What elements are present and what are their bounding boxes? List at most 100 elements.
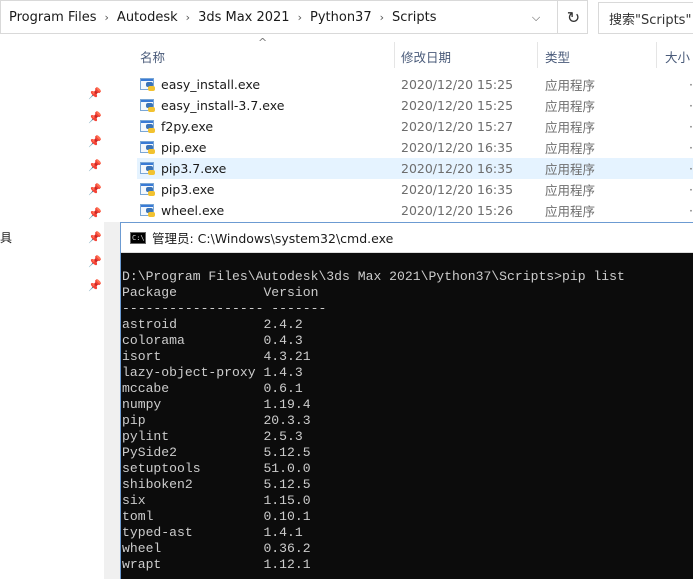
package-name: colorama	[122, 333, 185, 348]
console-line: PySide2 5.12.5	[122, 445, 693, 461]
console-line: ------------------ -------	[122, 301, 693, 317]
file-date: 2020/12/20 16:35	[401, 161, 514, 176]
column-divider[interactable]	[394, 42, 395, 68]
pin-icon[interactable]: 📌	[88, 231, 102, 244]
file-date: 2020/12/20 16:35	[401, 182, 514, 197]
file-size: ·	[689, 203, 693, 218]
column-gap	[193, 525, 264, 540]
column-gap	[146, 493, 264, 508]
package-version: 1.4.3	[263, 365, 303, 380]
breadcrumb-item[interactable]: Autodesk	[113, 10, 182, 25]
table-separator: ------------------	[122, 301, 264, 316]
column-header-type[interactable]: 类型	[545, 45, 570, 67]
breadcrumb: Program Files › Autodesk › 3ds Max 2021 …	[1, 1, 441, 33]
package-name: wheel	[122, 541, 162, 556]
console-line: setuptools 51.0.0	[122, 461, 693, 477]
chevron-right-icon[interactable]: ›	[294, 11, 306, 24]
file-type: 应用程序	[545, 99, 596, 114]
table-separator: -------	[271, 301, 327, 316]
column-header-size[interactable]: 大小	[665, 45, 690, 67]
package-version: 4.3.21	[263, 349, 311, 364]
column-gap	[146, 413, 264, 428]
file-name: pip3.7.exe	[161, 161, 227, 176]
file-size: ·	[689, 182, 693, 197]
column-divider[interactable]	[656, 42, 657, 68]
breadcrumb-item[interactable]: Scripts	[388, 10, 440, 25]
column-header-date[interactable]: 修改日期	[401, 45, 451, 67]
nav-item-label[interactable]: 具	[0, 229, 12, 246]
pin-icon[interactable]: 📌	[88, 111, 102, 124]
console-line: pylint 2.5.3	[122, 429, 693, 445]
file-size: ·	[689, 98, 693, 113]
chevron-down-icon[interactable]: ⌵	[523, 5, 549, 31]
file-row[interactable]: pip3.exe 2020/12/20 16:35 应用程序 ·	[137, 179, 693, 200]
file-row[interactable]: f2py.exe 2020/12/20 15:27 应用程序 ·	[137, 116, 693, 137]
package-version: 1.19.4	[263, 397, 311, 412]
package-name: wrapt	[122, 557, 162, 572]
pin-icon[interactable]: 📌	[88, 207, 102, 220]
package-version: 1.15.0	[263, 493, 311, 508]
package-version: 2.5.3	[263, 429, 303, 444]
python-exe-icon	[140, 119, 156, 135]
file-date: 2020/12/20 15:25	[401, 77, 514, 92]
file-row[interactable]: pip3.7.exe 2020/12/20 16:35 应用程序 ·	[137, 158, 693, 179]
package-version: 0.36.2	[263, 541, 311, 556]
package-version: 20.3.3	[263, 413, 311, 428]
console-output[interactable]: D:\Program Files\Autodesk\3ds Max 2021\P…	[121, 253, 693, 573]
file-name: f2py.exe	[161, 119, 214, 134]
console-line: colorama 0.4.3	[122, 333, 693, 349]
file-row[interactable]: pip.exe 2020/12/20 16:35 应用程序 ·	[137, 137, 693, 158]
cmd-title-bar[interactable]: C:\ 管理员: C:\Windows\system32\cmd.exe	[121, 223, 693, 253]
address-bar[interactable]: Program Files › Autodesk › 3ds Max 2021 …	[0, 0, 588, 34]
console-line: lazy-object-proxy 1.4.3	[122, 365, 693, 381]
file-row[interactable]: wheel.exe 2020/12/20 15:26 应用程序 ·	[137, 200, 693, 221]
pin-icon[interactable]: 📌	[88, 159, 102, 172]
file-type: 应用程序	[545, 141, 596, 156]
pin-icon[interactable]: 📌	[88, 279, 102, 292]
package-name: astroid	[122, 317, 178, 332]
file-type: 应用程序	[545, 183, 596, 198]
console-line: mccabe 0.6.1	[122, 381, 693, 397]
console-prompt: D:\Program Files\Autodesk\3ds Max 2021\P…	[122, 269, 625, 284]
package-name: pip	[122, 413, 146, 428]
column-divider[interactable]	[537, 42, 538, 68]
pin-icon[interactable]: 📌	[88, 255, 102, 268]
file-type: 应用程序	[545, 78, 596, 93]
python-exe-icon	[140, 203, 156, 219]
column-gap	[177, 445, 263, 460]
package-name: numpy	[122, 397, 162, 412]
search-input[interactable]: 搜索"Scripts"	[598, 2, 693, 34]
table-header: Version	[263, 285, 319, 300]
cmd-window[interactable]: C:\ 管理员: C:\Windows\system32\cmd.exe D:\…	[120, 222, 693, 579]
console-line: wrapt 1.12.1	[122, 557, 693, 573]
file-date: 2020/12/20 15:26	[401, 203, 514, 218]
scrollbar[interactable]	[104, 222, 121, 579]
breadcrumb-item[interactable]: Program Files	[5, 10, 101, 25]
chevron-right-icon[interactable]: ›	[101, 11, 113, 24]
package-version: 51.0.0	[263, 461, 311, 476]
refresh-icon[interactable]: ↻	[557, 1, 589, 34]
file-size: ·	[689, 161, 693, 176]
chevron-right-icon[interactable]: ›	[376, 11, 388, 24]
breadcrumb-item[interactable]: Python37	[306, 10, 376, 25]
file-row[interactable]: easy_install.exe 2020/12/20 15:25 应用程序 ·	[137, 74, 693, 95]
column-gap	[161, 541, 263, 556]
package-version: 0.10.1	[263, 509, 311, 524]
package-version: 0.6.1	[263, 381, 303, 396]
file-type: 应用程序	[545, 162, 596, 177]
column-header-name[interactable]: 名称	[140, 45, 165, 67]
file-size: ·	[689, 140, 693, 155]
file-row[interactable]: easy_install-3.7.exe 2020/12/20 15:25 应用程序…	[137, 95, 693, 116]
file-name: wheel.exe	[161, 203, 225, 218]
column-gap	[169, 429, 263, 444]
pin-icon[interactable]: 📌	[88, 87, 102, 100]
python-exe-icon	[140, 161, 156, 177]
chevron-right-icon[interactable]: ›	[182, 11, 194, 24]
package-version: 0.4.3	[263, 333, 303, 348]
breadcrumb-item[interactable]: 3ds Max 2021	[194, 10, 294, 25]
pin-icon[interactable]: 📌	[88, 183, 102, 196]
pin-icon[interactable]: 📌	[88, 135, 102, 148]
package-name: pylint	[122, 429, 170, 444]
python-exe-icon	[140, 98, 156, 114]
file-size: ·	[689, 119, 693, 134]
